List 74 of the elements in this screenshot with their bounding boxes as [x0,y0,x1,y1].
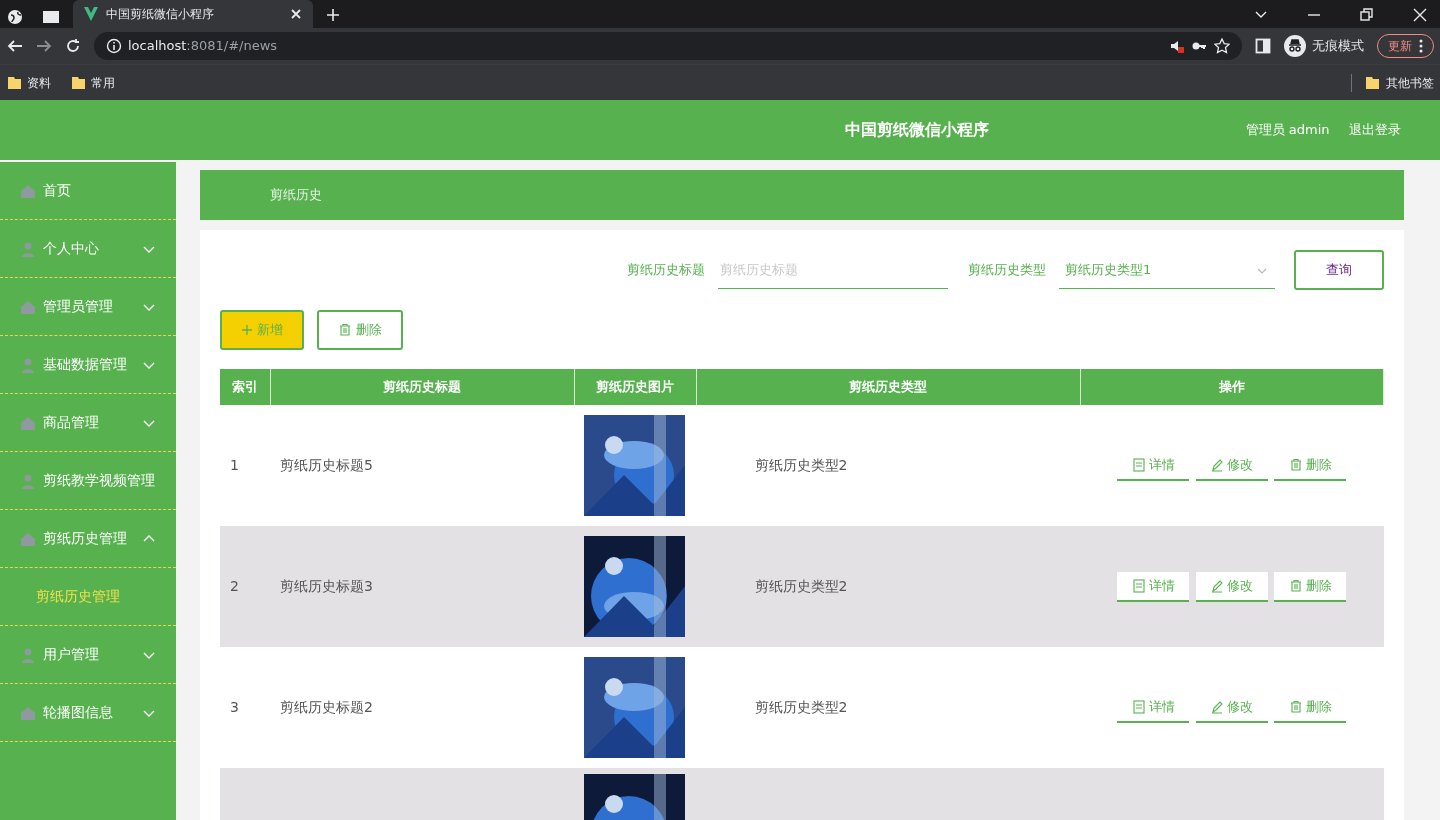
forward-icon[interactable] [35,38,52,54]
table-cell: 3 [230,699,239,715]
back-icon[interactable] [6,38,23,54]
browser-tab[interactable]: 中国剪纸微信小程序 [73,0,313,28]
folder-icon [1365,74,1379,91]
pencil-icon [1210,699,1225,714]
table-cell-text: 剪纸历史类型2 [753,578,848,594]
window-icon[interactable] [42,8,60,25]
table-cell: 2 [230,578,239,594]
folder-icon [70,74,85,91]
trash-icon [338,322,353,337]
incognito-icon [1283,35,1306,57]
reload-icon[interactable] [64,38,81,54]
column-header: 剪纸历史标题 [270,369,574,405]
field-label: 剪纸历史类型 [967,261,1046,280]
close-icon[interactable] [289,7,303,21]
tab-title: 中国剪纸微信小程序 [105,6,215,23]
table-cell: 剪纸历史标题2 [280,699,373,715]
column-header: 索引 [220,369,270,405]
query-button[interactable]: 查询 [1294,250,1384,290]
menu-item-icon [20,298,36,315]
menu-item-icon [20,356,36,373]
menu-item-icon [20,240,36,257]
column-header: 操作 [1080,369,1384,405]
column-header: 剪纸历史类型 [696,369,1080,405]
breadcrumb-text: 剪纸历史 [270,186,322,205]
menu-item-icon [20,414,36,431]
menu-item-icon [20,704,36,721]
table-cell: 1 [230,457,239,473]
trash-icon [1288,457,1303,472]
restore-icon[interactable] [1360,7,1374,22]
menu-item-icon [20,182,36,199]
v-logo-icon [83,6,99,22]
globe-icon[interactable] [6,8,23,25]
trash-icon [1288,578,1303,593]
menu-item-icon [20,530,36,547]
document-icon [1131,578,1146,593]
trash-icon [1288,699,1303,714]
incognito-label: 无痕模式 [1312,37,1364,56]
info-icon [105,38,122,54]
address-bar[interactable]: localhost:8081/#/news [93,32,1242,60]
user-name: 管理员 admin [1245,121,1330,140]
pencil-icon [1210,578,1225,593]
muted-speaker-icon[interactable] [1168,38,1185,54]
menu-item-icon [20,472,36,489]
delete-button[interactable]: 删除 [1274,571,1347,602]
table-cell: 剪纸历史标题5 [280,457,373,473]
delete-button[interactable]: 删除 [317,309,403,350]
edit-button[interactable]: 修改 [1195,571,1268,602]
logout-link[interactable]: 退出登录 [1349,120,1401,140]
menu-item-icon [20,646,36,663]
side-panel-icon[interactable] [1254,38,1271,54]
column-header: 剪纸历史图片 [574,369,696,405]
bookmark-folder[interactable]: 其他书签 [1351,73,1434,92]
url-text: localhost:8081/#/news [128,37,278,56]
table-cell: 剪纸历史标题3 [280,578,373,594]
field-label: 剪纸历史标题 [627,261,705,280]
close-icon[interactable] [1413,7,1427,22]
plus-icon [241,323,254,336]
more-icon [1418,39,1423,53]
document-icon [1131,457,1146,472]
star-icon[interactable] [1213,38,1230,54]
bookmark-folder[interactable]: 常用 [70,73,115,92]
folder-icon [6,74,21,91]
pencil-icon [1210,457,1225,472]
table-cell-text: 剪纸历史类型2 [753,699,848,715]
bookmark-folder[interactable]: 资料 [6,73,51,92]
document-icon [1131,699,1146,714]
new-tab-icon[interactable] [326,7,340,22]
type-select[interactable]: 剪纸历史类型1 [1058,251,1275,289]
table-cell-text: 剪纸历史类型2 [753,457,848,473]
detail-button[interactable]: 详情 [1117,571,1190,602]
app-title: 中国剪纸微信小程序 [845,118,990,141]
add-button[interactable]: 新增 [220,309,304,350]
